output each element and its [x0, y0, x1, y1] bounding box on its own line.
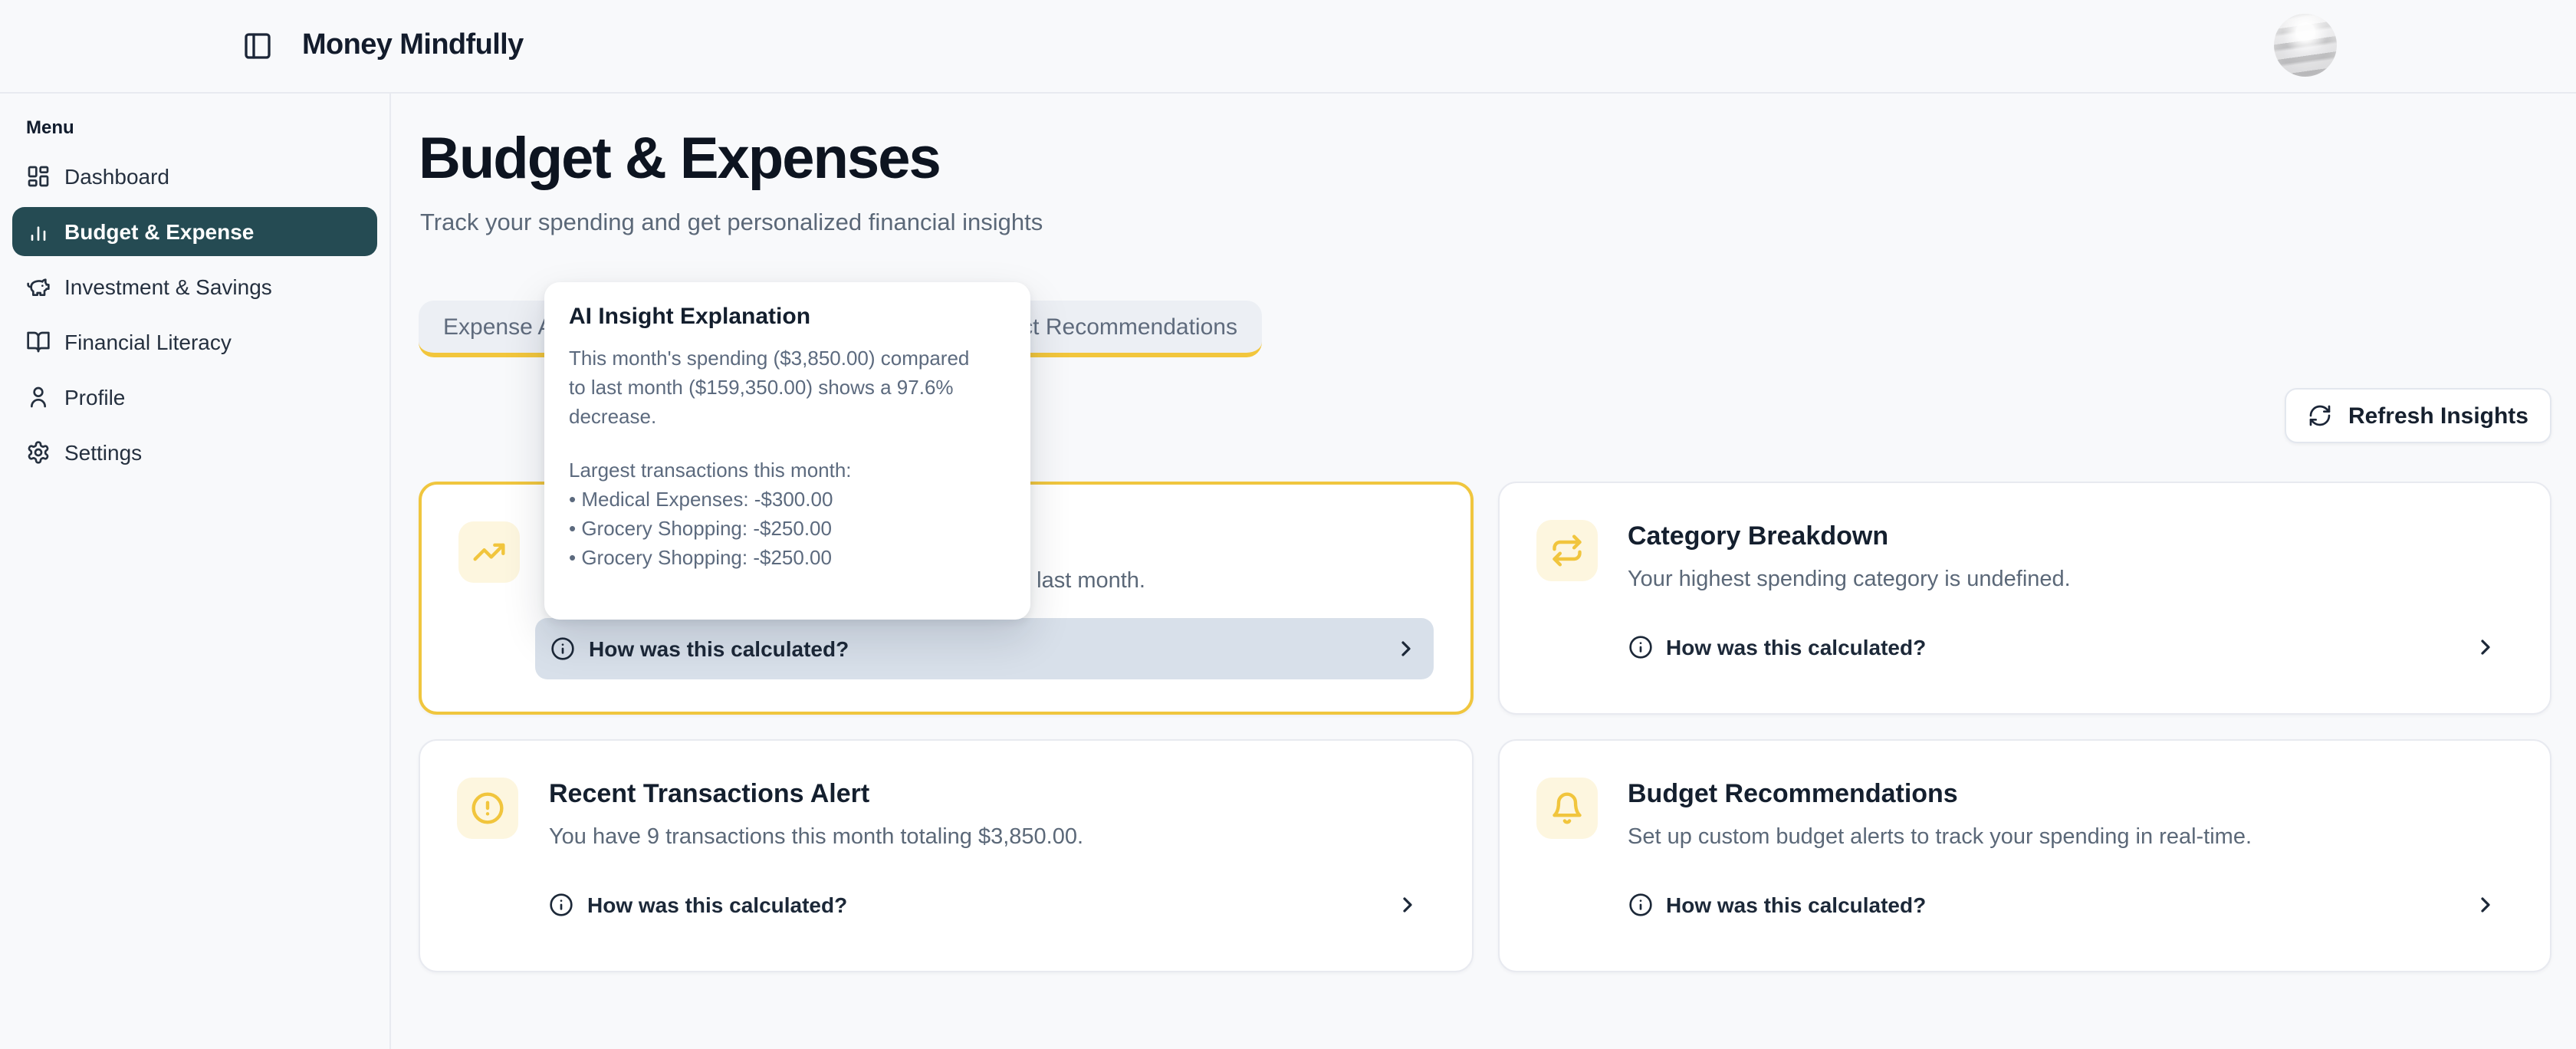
sidebar-item-label: Financial Literacy — [64, 330, 232, 354]
dashboard-icon — [26, 164, 51, 189]
card-body: Recent Transactions Alert You have 9 tra… — [549, 778, 1434, 936]
info-icon — [549, 893, 573, 917]
chevron-right-icon — [1393, 636, 1418, 661]
card-description: You have 9 transactions this month total… — [549, 825, 1434, 851]
insight-card-category-breakdown: Category Breakdown Your highest spending… — [1497, 482, 2551, 715]
sidebar-item-label: Settings — [64, 440, 142, 465]
tooltip-title: AI Insight Explanation — [569, 304, 1006, 330]
sidebar-item-profile[interactable]: Profile — [12, 370, 377, 425]
gear-icon — [26, 440, 51, 465]
card-description: Set up custom budget alerts to track you… — [1628, 825, 2513, 851]
how-calculated-label: How was this calculated? — [1666, 893, 1926, 917]
how-calculated-button[interactable]: How was this calculated? — [535, 618, 1433, 679]
user-icon — [26, 385, 51, 409]
sidebar-item-label: Dashboard — [64, 164, 169, 189]
app-root: Money Mindfully Menu Dashboard Budget & … — [0, 0, 2576, 1049]
tooltip-paragraph-transactions: Largest transactions this month:• Medica… — [569, 455, 1006, 572]
card-description: Your highest spending category is undefi… — [1628, 567, 2513, 594]
card-title: Recent Transactions Alert — [549, 778, 1434, 810]
sidebar-nav: Dashboard Budget & Expense Investment & … — [0, 149, 389, 480]
bell-icon — [1536, 778, 1597, 839]
sidebar-item-label: Profile — [64, 385, 125, 409]
chevron-right-icon — [1395, 893, 1419, 917]
refresh-icon — [2308, 403, 2333, 428]
info-icon — [1628, 893, 1652, 917]
card-body: Budget Recommendations Set up custom bud… — [1628, 778, 2513, 936]
how-calculated-label: How was this calculated? — [589, 636, 849, 661]
tooltip-paragraph-comparison: This month's spending ($3,850.00) compar… — [569, 344, 1006, 431]
sidebar-item-investment-savings[interactable]: Investment & Savings — [12, 259, 377, 314]
sidebar-item-financial-literacy[interactable]: Financial Literacy — [12, 314, 377, 370]
piggy-bank-icon — [26, 275, 51, 299]
avatar[interactable] — [2274, 14, 2337, 77]
page-title: Budget & Expenses — [419, 127, 940, 193]
card-title: Budget Recommendations — [1628, 778, 2513, 810]
sidebar-item-dashboard[interactable]: Dashboard — [12, 149, 377, 204]
how-calculated-label: How was this calculated? — [1666, 635, 1926, 659]
how-calculated-button[interactable]: How was this calculated? — [1612, 874, 2513, 936]
app-header: Money Mindfully — [0, 0, 2576, 94]
trending-up-icon — [458, 521, 520, 583]
chevron-right-icon — [2473, 893, 2498, 917]
refresh-insights-button[interactable]: Refresh Insights — [2285, 388, 2551, 443]
page-subtitle: Track your spending and get personalized… — [420, 210, 1043, 238]
app-title: Money Mindfully — [302, 29, 524, 63]
sidebar-menu-label: Menu — [26, 117, 389, 138]
sidebar-item-label: Budget & Expense — [64, 219, 254, 244]
how-calculated-button[interactable]: How was this calculated? — [1612, 617, 2513, 678]
repeat-icon — [1536, 520, 1597, 581]
how-calculated-button[interactable]: How was this calculated? — [534, 874, 1434, 936]
card-body: Category Breakdown Your highest spending… — [1628, 520, 2513, 678]
bar-chart-icon — [26, 219, 51, 244]
ai-insight-tooltip: AI Insight Explanation This month's spen… — [544, 282, 1030, 620]
book-open-icon — [26, 330, 51, 354]
sidebar-item-settings[interactable]: Settings — [12, 425, 377, 480]
card-title: Category Breakdown — [1628, 520, 2513, 552]
sidebar-toggle-button[interactable] — [242, 31, 273, 61]
chevron-right-icon — [2473, 635, 2498, 659]
info-icon — [550, 636, 575, 661]
how-calculated-label: How was this calculated? — [587, 893, 847, 917]
sidebar-item-label: Investment & Savings — [64, 275, 272, 299]
panel-left-icon — [242, 31, 273, 61]
alert-circle-icon — [457, 778, 518, 839]
insight-card-budget-recommendations: Budget Recommendations Set up custom bud… — [1497, 739, 2551, 972]
refresh-insights-label: Refresh Insights — [2348, 403, 2528, 429]
insight-card-recent-transactions: Recent Transactions Alert You have 9 tra… — [419, 739, 1473, 972]
sidebar-item-budget-expense[interactable]: Budget & Expense — [12, 207, 377, 256]
info-icon — [1628, 635, 1652, 659]
sidebar: Menu Dashboard Budget & Expense Investme… — [0, 94, 391, 1049]
